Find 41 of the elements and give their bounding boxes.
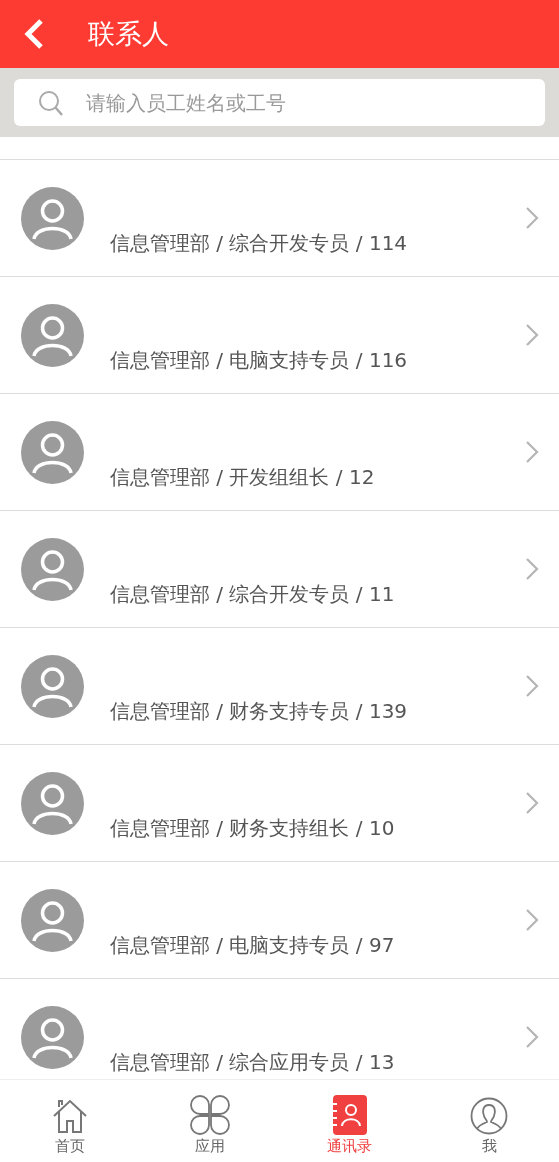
chevron-right-icon (525, 557, 539, 581)
chevron-right-icon (525, 908, 539, 932)
contact-detail: 信息管理部 / 电脑支持专员 / 97 (110, 931, 396, 959)
contact-detail: 信息管理部 / 开发组组长 / 12 (110, 463, 376, 491)
contact-detail: 信息管理部 / 财务支持专员 / 139 (110, 697, 409, 725)
chevron-right-icon (525, 1025, 539, 1049)
chevron-right-icon (525, 323, 539, 347)
contact-detail: 信息管理部 / 综合开发专员 / 114 (110, 229, 409, 257)
contact-row[interactable]: 信息管理部 / 电脑支持专员 / 97 (0, 861, 559, 978)
contact-detail: 信息管理部 / 财务支持组长 / 10 (110, 814, 396, 842)
chevron-right-icon (525, 440, 539, 464)
chevron-right-icon (525, 791, 539, 815)
contact-detail: 信息管理部 / 综合开发专员 / 11 (110, 580, 396, 608)
chevron-right-icon (525, 674, 539, 698)
contact-row[interactable]: 信息管理部 / 综合开发专员 / 11 (0, 510, 559, 627)
tab[interactable]: 我 (419, 1080, 559, 1162)
user-icon (470, 1097, 509, 1135)
search-field[interactable]: 请输入员工姓名或工号 (14, 79, 545, 126)
tab[interactable]: 首页 (0, 1080, 140, 1162)
avatar-icon (21, 1005, 84, 1069)
contact-row[interactable]: 信息管理部 / 财务支持组长 / 10 (0, 744, 559, 861)
avatar-icon (21, 654, 84, 718)
contact-row[interactable]: 信息管理部 / 综合开发专员 / 114 (0, 159, 559, 276)
contact-row[interactable]: 信息管理部 / 电脑支持专员 / 116 (0, 276, 559, 393)
clover-icon (189, 1095, 230, 1135)
avatar-icon (21, 303, 84, 367)
avatar-icon (21, 771, 84, 835)
avatar-icon (21, 420, 84, 484)
tab[interactable]: 应用 (139, 1080, 280, 1162)
contact-detail: 信息管理部 / 电脑支持专员 / 116 (110, 346, 409, 374)
contact-detail: 信息管理部 / 综合应用专员 / 13 (110, 1048, 396, 1076)
avatar-icon (21, 888, 84, 952)
avatar-icon (21, 537, 84, 601)
avatar-icon (21, 186, 84, 250)
contact-row[interactable]: 信息管理部 / 财务支持专员 / 139 (0, 627, 559, 744)
tab[interactable]: 通讯录 (279, 1080, 420, 1162)
chevron-right-icon (525, 206, 539, 230)
address-book-icon (330, 1095, 369, 1135)
page-title: 联系人 (88, 17, 169, 51)
contact-row[interactable]: 信息管理部 / 开发组组长 / 12 (0, 393, 559, 510)
back-icon (23, 18, 45, 50)
